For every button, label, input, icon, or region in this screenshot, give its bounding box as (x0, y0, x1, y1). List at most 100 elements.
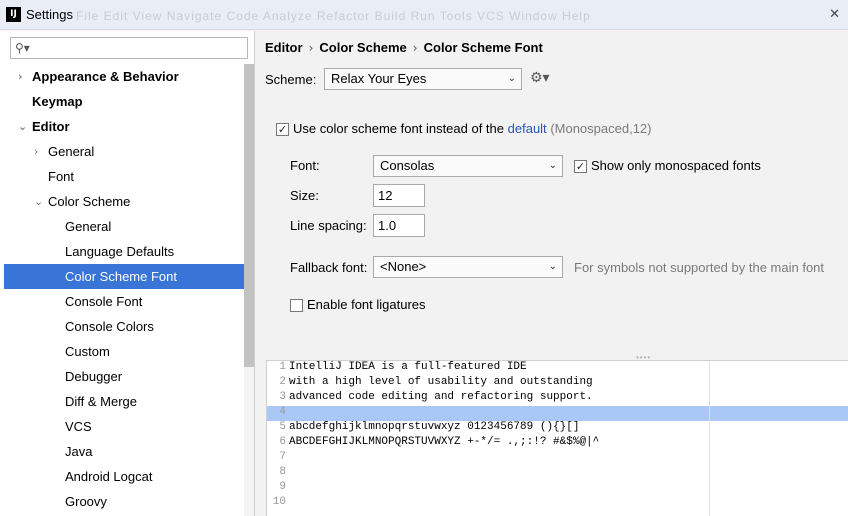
sidebar-item-label: Editor (32, 119, 70, 134)
default-font-info: (Monospaced,12) (550, 121, 652, 136)
scheme-dropdown[interactable]: Relax Your Eyes ⌄ (324, 68, 522, 90)
sidebar-item-label: Color Scheme (48, 194, 131, 209)
sidebar-item-label: Color Scheme Font (65, 269, 177, 284)
sidebar-item-label: VCS (65, 419, 92, 434)
intellij-app-icon: IJ (6, 7, 21, 22)
breadcrumb-color-scheme: Color Scheme (319, 40, 407, 55)
settings-tree: › Appearance & Behavior Keymap ⌄ Editor › Gene… (4, 64, 254, 514)
settings-sidebar: ⚲▾ › Appearance & Behavior Keymap ⌄ Editor › G… (0, 31, 255, 516)
sidebar-item-label: Appearance & Behavior (32, 69, 179, 84)
sidebar-item-label: General (65, 219, 112, 234)
chevron-down-icon[interactable]: ⌄ (18, 114, 28, 139)
line-number: 6 (279, 436, 286, 448)
scheme-dropdown-value: Relax Your Eyes (331, 71, 427, 86)
fallback-font-hint: For symbols not supported by the main fo… (574, 260, 825, 275)
breadcrumb: Editor › Color Scheme › Color Scheme Font (265, 40, 543, 55)
chevron-down-icon: ⌄ (548, 160, 557, 171)
sidebar-item-keymap[interactable]: Keymap (4, 89, 254, 114)
scheme-label: Scheme: (265, 72, 317, 87)
sidebar-item-diff-merge[interactable]: Diff & Merge (4, 389, 254, 414)
sidebar-item-language-defaults[interactable]: Language Defaults (4, 239, 254, 264)
search-icon: ⚲▾ (15, 41, 30, 55)
breadcrumb-separator: › (308, 41, 314, 55)
sidebar-item-console-font[interactable]: Console Font (4, 289, 254, 314)
monospaced-only-checkbox[interactable]: ✓ (574, 160, 587, 173)
ligatures-label: Enable font ligatures (307, 297, 426, 312)
window-title: Settings (26, 7, 73, 22)
sidebar-item-font[interactable]: Font (4, 164, 254, 189)
line-number: 3 (279, 391, 286, 403)
size-label: Size: (290, 188, 319, 203)
sidebar-item-label: Custom (65, 344, 110, 359)
breadcrumb-separator: › (412, 41, 418, 55)
sidebar-item-color-scheme[interactable]: ⌄ Color Scheme (4, 189, 254, 214)
sidebar-item-general[interactable]: General (4, 214, 254, 239)
line-number: 7 (279, 451, 286, 463)
line-number: 2 (279, 376, 286, 388)
use-scheme-font-text: Use color scheme font instead of the (293, 121, 505, 136)
sidebar-item-label: General (48, 144, 95, 159)
font-dropdown-value: Consolas (380, 158, 435, 173)
sidebar-item-color-scheme-font[interactable]: Color Scheme Font (4, 264, 254, 289)
right-margin-guide (709, 361, 710, 516)
sidebar-item-label: Font (48, 169, 75, 184)
chevron-right-icon[interactable]: › (18, 64, 28, 89)
sidebar-item-label: Android Logcat (65, 469, 153, 484)
font-preview-editor[interactable]: 1 IntelliJ IDEA is a full-featured IDE 2 wi… (266, 360, 848, 516)
line-number: 5 (279, 421, 286, 433)
fallback-font-label: Fallback font: (290, 260, 368, 275)
code-line: with a high level of usability and outst… (289, 376, 593, 388)
fallback-font-value: <None> (380, 259, 427, 274)
size-field[interactable]: 12 (373, 184, 425, 207)
sidebar-item-label: Language Defaults (65, 244, 175, 259)
line-number: 10 (272, 496, 286, 508)
breadcrumb-color-scheme-font: Color Scheme Font (423, 40, 543, 55)
sidebar-item-appearance-behavior[interactable]: › Appearance & Behavior (4, 64, 254, 89)
font-label: Font: (290, 158, 320, 173)
sidebar-item-label: Diff & Merge (65, 394, 138, 409)
sidebar-item-vcs[interactable]: VCS (4, 414, 254, 439)
sidebar-item-editor[interactable]: ⌄ Editor (4, 114, 254, 139)
line-number: 9 (279, 481, 286, 493)
monospaced-only-label: Show only monospaced fonts (591, 158, 761, 173)
chevron-down-icon[interactable]: ⌄ (34, 189, 44, 214)
line-spacing-field[interactable]: 1.0 (373, 214, 425, 237)
line-number: 4 (279, 406, 286, 418)
sidebar-item-debugger[interactable]: Debugger (4, 364, 254, 389)
code-line: advanced code editing and refactoring su… (289, 391, 593, 403)
sidebar-item-android-logcat[interactable]: Android Logcat (4, 464, 254, 489)
line-number: 1 (279, 361, 286, 373)
sidebar-item-label: Console Font (65, 294, 143, 309)
ligatures-checkbox[interactable] (290, 299, 303, 312)
line-spacing-label: Line spacing: (290, 218, 367, 233)
fallback-font-dropdown[interactable]: <None> ⌄ (373, 256, 563, 278)
sidebar-item-java[interactable]: Java (4, 439, 254, 464)
chevron-right-icon[interactable]: › (34, 139, 44, 164)
chevron-down-icon: ⌄ (548, 261, 557, 272)
settings-search-input[interactable]: ⚲▾ (10, 37, 248, 59)
code-line: ABCDEFGHIJKLMNOPQRSTUVWXYZ +-*/= .,;:!? … (289, 436, 600, 448)
sidebar-item-console-colors[interactable]: Console Colors (4, 314, 254, 339)
sidebar-item-label: Debugger (65, 369, 123, 384)
breadcrumb-editor: Editor (265, 40, 303, 55)
font-dropdown[interactable]: Consolas ⌄ (373, 155, 563, 177)
use-scheme-font-label: Use color scheme font instead of the def… (293, 121, 651, 136)
gear-icon[interactable]: ⚙▾ (530, 70, 550, 86)
sidebar-item-label: Keymap (32, 94, 83, 109)
settings-main-panel: Editor › Color Scheme › Color Scheme Font Sc… (256, 31, 848, 516)
code-line: abcdefghijklmnopqrstuvwxyz 0123456789 ()… (289, 421, 580, 433)
sidebar-item-label: Console Colors (65, 319, 154, 334)
use-scheme-font-checkbox[interactable]: ✓ (276, 123, 289, 136)
caret-line-highlight (267, 406, 848, 421)
sidebar-scrollbar-thumb[interactable] (244, 64, 254, 367)
line-number: 8 (279, 466, 286, 478)
background-menu-bar: File Edit View Navigate Code Analyze Ref… (76, 9, 591, 23)
close-window-icon[interactable]: ✕ (829, 6, 840, 22)
sidebar-item-groovy[interactable]: Groovy (4, 489, 254, 514)
default-font-link[interactable]: default (508, 121, 547, 136)
sidebar-item-general[interactable]: › General (4, 139, 254, 164)
sidebar-item-custom[interactable]: Custom (4, 339, 254, 364)
sidebar-item-label: Groovy (65, 494, 107, 509)
code-line: IntelliJ IDEA is a full-featured IDE (289, 361, 527, 373)
title-bar: IJ Settings File Edit View Navigate Code… (0, 0, 848, 30)
